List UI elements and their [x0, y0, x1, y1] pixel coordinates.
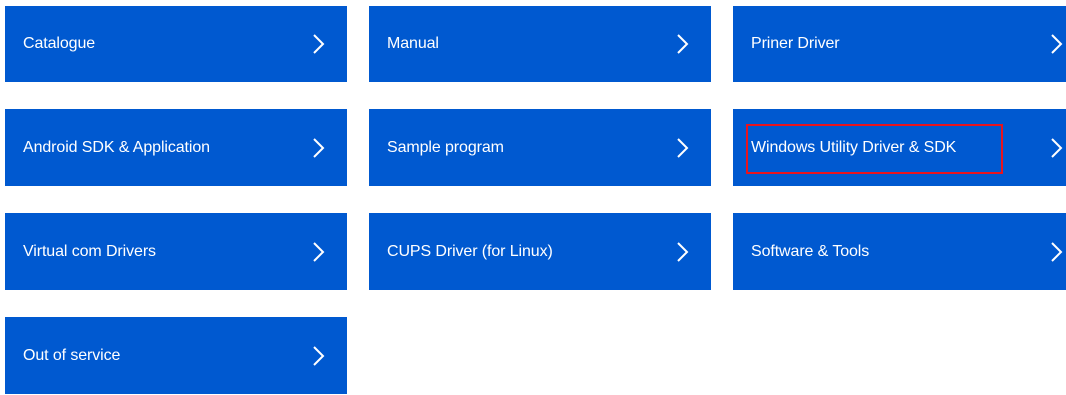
tile-label: Windows Utility Driver & SDK	[751, 138, 957, 156]
tile-label: CUPS Driver (for Linux)	[387, 242, 553, 260]
tile-label: Software & Tools	[751, 242, 870, 260]
tile-label: Out of service	[23, 346, 121, 364]
tile-label: Catalogue	[23, 35, 96, 52]
tile-label: Virtual com Drivers	[23, 242, 156, 260]
chevron-right-icon	[673, 240, 693, 264]
chevron-right-icon	[309, 344, 329, 368]
tile-virtual-com-drivers[interactable]: Virtual com Drivers	[5, 213, 347, 290]
chevron-right-icon	[1047, 32, 1066, 56]
tile-cups-driver-linux[interactable]: CUPS Driver (for Linux)	[369, 213, 711, 290]
tile-printer-driver[interactable]: Priner Driver	[733, 6, 1066, 82]
chevron-right-icon	[1047, 136, 1066, 160]
chevron-right-icon	[1047, 240, 1066, 264]
tile-catalogue[interactable]: Catalogue	[5, 6, 347, 82]
tile-label: Priner Driver	[751, 35, 840, 52]
chevron-right-icon	[673, 136, 693, 160]
tile-label: Android SDK & Application	[23, 138, 210, 156]
tile-label: Manual	[387, 35, 439, 52]
chevron-right-icon	[309, 240, 329, 264]
tile-out-of-service[interactable]: Out of service	[5, 317, 347, 394]
tile-software-tools[interactable]: Software & Tools	[733, 213, 1066, 290]
tile-sample-program[interactable]: Sample program	[369, 109, 711, 186]
chevron-right-icon	[309, 136, 329, 160]
tile-android-sdk-application[interactable]: Android SDK & Application	[5, 109, 347, 186]
download-category-grid: Catalogue Manual Priner Driver Android S…	[5, 6, 1066, 395]
chevron-right-icon	[673, 32, 693, 56]
tile-label: Sample program	[387, 138, 504, 156]
chevron-right-icon	[309, 32, 329, 56]
tile-manual[interactable]: Manual	[369, 6, 711, 82]
tile-windows-utility-driver-sdk[interactable]: Windows Utility Driver & SDK	[733, 109, 1066, 186]
